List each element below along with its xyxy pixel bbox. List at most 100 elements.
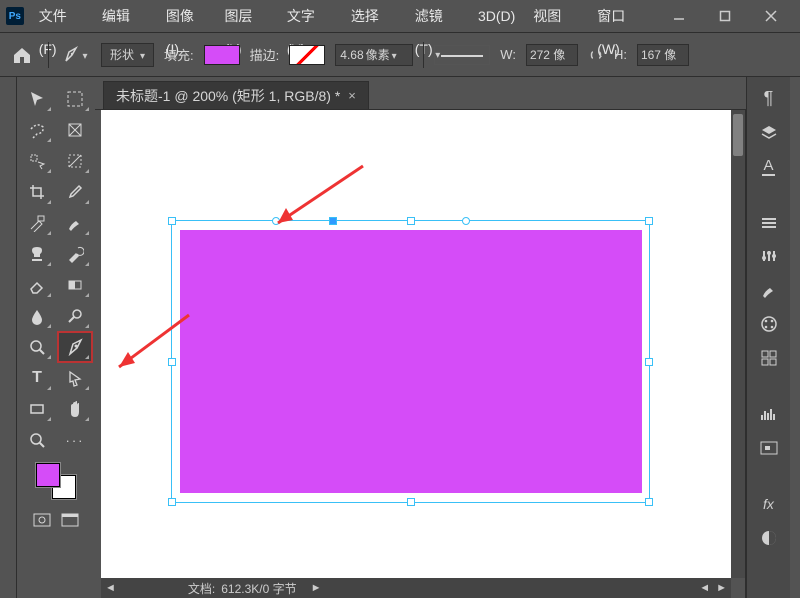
zoom-search-tool[interactable] (21, 333, 53, 361)
quick-select-tool[interactable] (21, 147, 53, 175)
type-tool[interactable]: T (21, 364, 53, 392)
shape-mode-select[interactable]: 形状 (101, 43, 154, 67)
eraser-tool[interactable] (21, 271, 53, 299)
status-doc-label: 文档: (188, 580, 215, 597)
panel-dock: ¶ A fx (746, 77, 790, 598)
adjustments-panel-icon[interactable] (755, 245, 783, 267)
canvas-area[interactable]: ◄ 文档: 612.3K/0 字节 ► ◄ ► (95, 110, 746, 598)
divider (48, 42, 49, 68)
prev-icon[interactable]: ◄ (105, 582, 116, 594)
next-icon[interactable]: ► (311, 582, 322, 594)
link-icon[interactable] (588, 47, 604, 63)
histogram-panel-icon[interactable] (755, 403, 783, 425)
path-select-tool[interactable] (59, 364, 91, 392)
eyedropper-tool[interactable] (59, 178, 91, 206)
annotation-arrow (253, 158, 373, 238)
stroke-swatch[interactable] (289, 45, 325, 65)
menu-bar: Ps 文件(F) 编辑(E) 图像(I) 图层(L) 文字(Y) 选择(S) 滤… (0, 0, 800, 33)
paragraph-panel-icon[interactable]: ¶ (755, 87, 783, 109)
pen-tool[interactable] (59, 333, 91, 361)
menu-edit[interactable]: 编辑(E) (93, 0, 157, 33)
menu-image[interactable]: 图像(I) (157, 0, 216, 33)
fg-color-swatch[interactable] (36, 463, 60, 487)
document-tabs: 未标题-1 @ 200% (矩形 1, RGB/8) * × (95, 77, 746, 110)
menu-select[interactable]: 选择(S) (342, 0, 406, 33)
brush-panel-icon[interactable] (755, 279, 783, 301)
chevron-down-icon (140, 48, 145, 62)
menu-view[interactable]: 视图(V) (524, 0, 588, 33)
move-tool[interactable] (21, 85, 53, 113)
layers-panel-icon[interactable] (755, 121, 783, 143)
anchor-point[interactable] (462, 217, 470, 225)
close-button[interactable] (748, 1, 794, 31)
quickmask-button[interactable] (30, 510, 54, 530)
divider (423, 42, 424, 68)
height-input[interactable] (637, 44, 689, 66)
edit-toolbar[interactable]: ··· (59, 426, 91, 454)
annotation-arrow (104, 307, 224, 387)
stroke-style-select[interactable] (434, 45, 490, 65)
shape-bounding-box[interactable] (171, 220, 650, 503)
h-label: H: (614, 47, 627, 62)
menu-filter[interactable]: 滤镜(T) (406, 0, 469, 33)
swatches-panel-icon[interactable] (755, 211, 783, 233)
scroll-left-icon[interactable]: ◄ (699, 582, 710, 594)
history-brush-tool[interactable] (59, 240, 91, 268)
crop-tool[interactable] (21, 178, 53, 206)
stroke-width-value: 4.68 (340, 48, 363, 62)
frame-tool[interactable] (59, 116, 91, 144)
tool-preset-button[interactable] (59, 39, 91, 71)
color-panel-icon[interactable] (755, 313, 783, 335)
close-icon[interactable]: × (348, 88, 356, 103)
screenmode-button[interactable] (58, 510, 82, 530)
healing-tool[interactable] (21, 209, 53, 237)
rectangle-tool[interactable] (21, 395, 53, 423)
lasso-tool[interactable] (21, 116, 53, 144)
marquee-tool[interactable] (59, 85, 91, 113)
hand-tool[interactable] (59, 395, 91, 423)
status-doc-value: 612.3K/0 字节 (221, 580, 296, 597)
color-picker[interactable] (36, 463, 76, 499)
shape-mode-label: 形状 (110, 46, 134, 63)
document-area: 未标题-1 @ 200% (矩形 1, RGB/8) * × (95, 77, 746, 598)
right-gutter (790, 77, 800, 598)
restore-button[interactable] (702, 1, 748, 31)
menu-type[interactable]: 文字(Y) (278, 0, 342, 33)
document-tab[interactable]: 未标题-1 @ 200% (矩形 1, RGB/8) * × (103, 81, 369, 109)
left-gutter (0, 77, 17, 598)
menu-file[interactable]: 文件(F) (30, 0, 93, 33)
blur-tool[interactable] (21, 302, 53, 330)
zoom-tool[interactable] (21, 426, 53, 454)
status-bar: ◄ 文档: 612.3K/0 字节 ► ◄ ► (101, 578, 731, 598)
chevron-down-icon (82, 47, 87, 62)
vertical-scrollbar[interactable] (731, 110, 745, 578)
brush-tool[interactable] (59, 209, 91, 237)
width-input[interactable] (526, 44, 578, 66)
stroke-label: 描边: (250, 45, 280, 64)
libraries-panel-icon[interactable] (755, 347, 783, 369)
magic-wand-tool[interactable] (59, 147, 91, 175)
document-tab-title: 未标题-1 @ 200% (矩形 1, RGB/8) * (116, 86, 340, 106)
stroke-width-input[interactable]: 4.68 像素 (335, 44, 413, 66)
stamp-tool[interactable] (21, 240, 53, 268)
menu-3d[interactable]: 3D(D) (469, 0, 524, 33)
character-panel-icon[interactable]: A (755, 155, 783, 177)
scroll-right-icon[interactable]: ► (716, 582, 727, 594)
canvas[interactable] (101, 110, 731, 578)
styles-panel-icon[interactable]: fx (755, 493, 783, 515)
min-button[interactable] (656, 1, 702, 31)
channels-panel-icon[interactable] (755, 527, 783, 549)
gradient-tool[interactable] (59, 271, 91, 299)
app-logo: Ps (6, 7, 24, 25)
fill-swatch[interactable] (204, 45, 240, 65)
scrollbar-thumb[interactable] (733, 114, 743, 156)
stroke-width-unit: 像素 (366, 46, 390, 63)
dodge-tool[interactable] (59, 302, 91, 330)
menu-layer[interactable]: 图层(L) (215, 0, 277, 33)
w-label: W: (500, 47, 516, 62)
menu-window[interactable]: 窗口(W) (588, 0, 656, 33)
navigator-panel-icon[interactable] (755, 437, 783, 459)
fill-label: 填充: (164, 45, 194, 64)
home-button[interactable] (6, 39, 38, 71)
pen-icon (62, 45, 82, 65)
